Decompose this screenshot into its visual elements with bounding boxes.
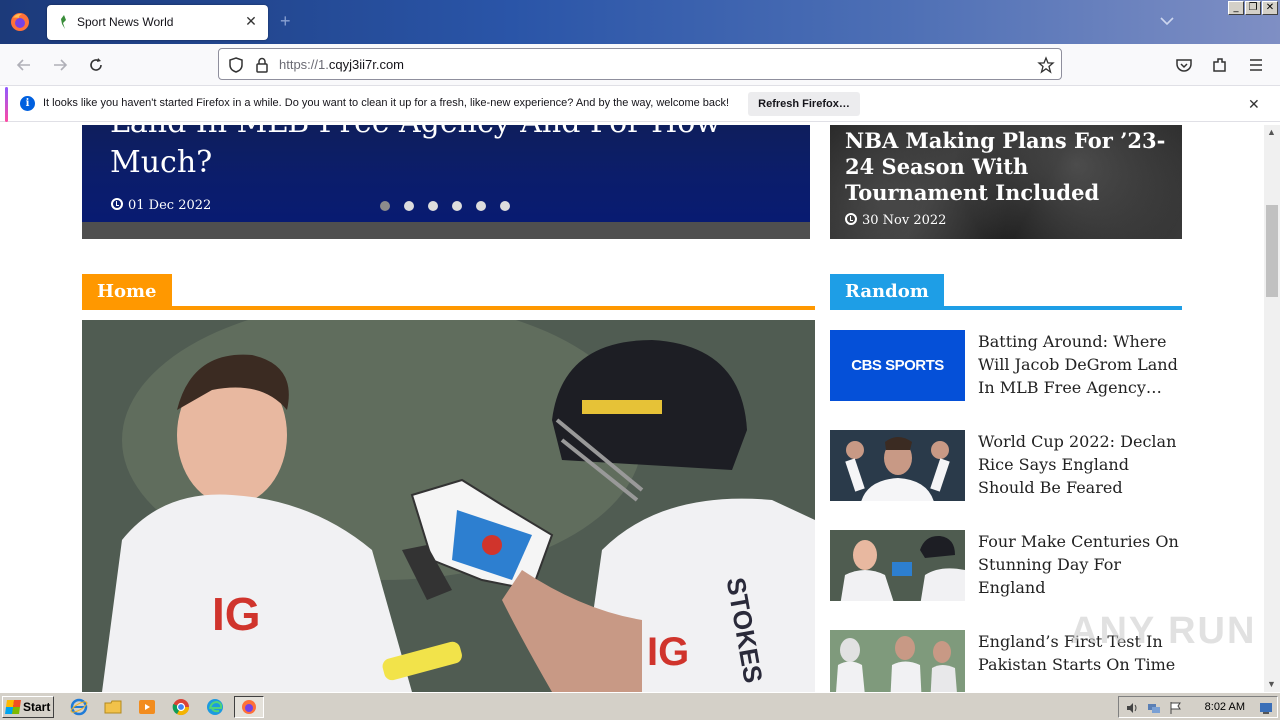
scroll-down-arrow-icon[interactable]: ▼ (1267, 679, 1276, 689)
clock-icon (845, 213, 857, 225)
close-tab-icon[interactable]: ✕ (242, 12, 260, 30)
football-player-thumbnail (830, 430, 965, 501)
hero-slide-footer (82, 222, 810, 239)
slider-dot[interactable] (476, 201, 486, 211)
site-favicon-icon (61, 15, 66, 29)
shield-icon[interactable] (227, 56, 245, 74)
scroll-up-arrow-icon[interactable]: ▲ (1267, 127, 1276, 137)
windows-logo-icon (5, 700, 21, 714)
extensions-icon[interactable] (1210, 55, 1230, 75)
pocket-icon[interactable] (1174, 55, 1194, 75)
notification-bar: i It looks like you haven't started Fire… (0, 87, 1280, 122)
notification-accent (5, 87, 8, 122)
taskbar: Start 8:02 AM (0, 692, 1280, 720)
reload-icon[interactable] (86, 55, 106, 75)
firefox-taskbar-icon (242, 700, 256, 714)
taskbar-firefox-active[interactable] (234, 696, 264, 718)
vertical-scrollbar[interactable]: ▲ ▼ (1264, 125, 1280, 692)
random-item-title[interactable]: Four Make Centuries On Stunning Day For … (978, 530, 1182, 599)
volume-icon[interactable] (1125, 701, 1139, 715)
watermark-logo: ANY RUN (1070, 610, 1257, 652)
start-button[interactable]: Start (2, 696, 54, 718)
show-desktop-icon[interactable] (1259, 701, 1273, 715)
system-tray: 8:02 AM (1118, 696, 1278, 718)
flag-icon[interactable] (1169, 701, 1183, 715)
window-controls: _ ❐ ✕ (1228, 1, 1278, 15)
home-section-header: Home (82, 274, 815, 311)
close-window-button[interactable]: ✕ (1262, 1, 1278, 15)
slider-dot[interactable] (452, 201, 462, 211)
random-item-title[interactable]: Batting Around: Where Will Jacob DeGrom … (978, 330, 1182, 399)
svg-text:IG: IG (212, 588, 261, 640)
hero-date: 01 Dec 2022 (111, 198, 211, 213)
scrollbar-thumb[interactable] (1266, 205, 1278, 297)
random-item-thumbnail[interactable] (830, 430, 965, 501)
chevron-down-icon[interactable] (1158, 12, 1176, 30)
refresh-firefox-button[interactable]: Refresh Firefox… (748, 92, 860, 116)
internet-explorer-icon[interactable] (70, 698, 88, 716)
hamburger-menu-icon[interactable] (1246, 55, 1266, 75)
side-hero-date: 30 Nov 2022 (845, 213, 946, 228)
edge-icon[interactable] (206, 698, 224, 716)
media-player-icon[interactable] (138, 698, 156, 716)
home-section-underline (82, 306, 815, 310)
info-icon: i (20, 96, 35, 111)
navigation-toolbar: https://1.cqyj3ii7r.com (0, 44, 1280, 86)
back-arrow-icon[interactable] (14, 55, 34, 75)
random-item[interactable]: Four Make Centuries On Stunning Day For … (830, 530, 1182, 606)
random-item[interactable]: CBS SPORTS Batting Around: Where Will Ja… (830, 330, 1182, 406)
slider-dot[interactable] (428, 201, 438, 211)
random-item-thumbnail[interactable] (830, 530, 965, 601)
tab-title: Sport News World (77, 15, 174, 29)
home-section-label: Home (82, 274, 172, 307)
main-article-image[interactable]: IG IG STOKES (82, 320, 815, 692)
random-item-thumbnail[interactable] (830, 630, 965, 692)
firefox-icon[interactable] (8, 10, 32, 34)
tab-sport-news-world[interactable]: Sport News World ✕ (47, 5, 268, 40)
cricket-players-thumbnail (830, 530, 965, 601)
slider-dot[interactable] (380, 201, 390, 211)
maximize-button[interactable]: ❐ (1245, 1, 1261, 15)
slider-dot[interactable] (404, 201, 414, 211)
cricket-players-illustration: IG IG STOKES (82, 320, 815, 692)
tab-strip: Sport News World ✕ + _ ❐ ✕ (0, 0, 1280, 44)
slider-dots (380, 201, 510, 211)
svg-text:IG: IG (647, 630, 689, 674)
cbs-sports-logo[interactable]: CBS SPORTS (830, 330, 965, 401)
random-section-underline (830, 306, 1182, 310)
url-text[interactable]: https://1.cqyj3ii7r.com (279, 57, 404, 72)
start-label: Start (23, 700, 51, 714)
network-icon[interactable] (1147, 701, 1161, 715)
taskbar-clock[interactable]: 8:02 AM (1205, 701, 1245, 713)
bookmark-star-icon[interactable] (1037, 56, 1055, 74)
forward-arrow-icon[interactable] (50, 55, 70, 75)
clock-icon (111, 198, 123, 210)
random-item[interactable]: World Cup 2022: Declan Rice Says England… (830, 430, 1182, 506)
close-notification-icon[interactable]: ✕ (1248, 96, 1260, 112)
random-item-title[interactable]: World Cup 2022: Declan Rice Says England… (978, 430, 1182, 499)
url-bar[interactable]: https://1.cqyj3ii7r.com (218, 48, 1062, 80)
new-tab-button[interactable]: + (280, 12, 291, 30)
chrome-icon[interactable] (172, 698, 190, 716)
random-section-label: Random (830, 274, 944, 307)
hero-title[interactable]: Land In MLB Free Agency And For How Much… (110, 125, 760, 183)
file-explorer-icon[interactable] (104, 698, 122, 716)
notification-message: It looks like you haven't started Firefo… (43, 97, 730, 109)
lock-icon[interactable] (253, 56, 271, 74)
minimize-button[interactable]: _ (1228, 1, 1244, 15)
web-page: Land In MLB Free Agency And For How Much… (0, 125, 1264, 692)
random-section-header: Random (830, 274, 1182, 311)
side-hero-title[interactable]: NBA Making Plans For ’23-24 Season With … (845, 128, 1175, 206)
cricket-match-thumbnail (830, 630, 965, 692)
slider-dot[interactable] (500, 201, 510, 211)
